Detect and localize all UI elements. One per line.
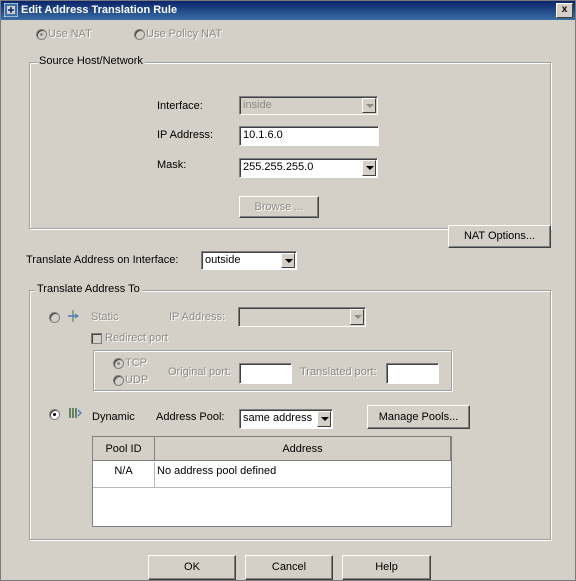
chevron-down-icon[interactable] (317, 411, 331, 427)
chevron-down-icon[interactable] (362, 98, 376, 113)
window-title: Edit Address Translation Rule (21, 4, 178, 16)
udp-radio[interactable] (113, 375, 124, 386)
interface-select[interactable]: inside (239, 96, 378, 115)
chevron-down-icon[interactable] (281, 253, 295, 268)
close-button[interactable]: x (556, 3, 573, 18)
ip-address-label: IP Address: (157, 129, 214, 141)
use-nat-label: Use NAT (48, 28, 92, 40)
translate-interface-value: outside (205, 254, 241, 266)
help-button[interactable]: Help (342, 555, 431, 580)
use-nat-radio[interactable] (36, 29, 47, 40)
use-policy-nat-radio[interactable] (134, 29, 145, 40)
app-icon (4, 3, 18, 17)
redirect-port-label: Redirect port (105, 332, 168, 344)
translate-interface-label: Translate Address on Interface: (26, 254, 179, 266)
mask-select[interactable]: 255.255.255.0 (239, 158, 378, 178)
chevron-down-icon[interactable] (350, 309, 364, 325)
use-policy-nat-label: Use Policy NAT (146, 28, 223, 40)
source-group-label: Source Host/Network (37, 55, 145, 67)
address-pool-value: same address (243, 412, 313, 424)
nat-options-button[interactable]: NAT Options... (448, 225, 551, 248)
column-header-pool-id[interactable]: Pool ID (93, 437, 155, 461)
ip-address-input[interactable]: 10.1.6.0 (239, 126, 379, 146)
static-ip-select[interactable] (238, 307, 366, 327)
close-icon: x (561, 4, 568, 15)
column-header-address[interactable]: Address (155, 437, 451, 461)
udp-label: UDP (125, 374, 149, 386)
pool-id-cell: N/A (93, 462, 155, 488)
dynamic-nat-icon (69, 408, 82, 418)
static-ip-label: IP Address: (169, 311, 226, 323)
title-bar[interactable]: Edit Address Translation Rule x (1, 1, 575, 20)
address-pool-table: Pool ID Address N/A No address pool defi… (92, 436, 452, 527)
static-nat-icon (68, 310, 79, 322)
translated-port-input[interactable] (386, 363, 439, 384)
original-port-label: Original port: (168, 366, 231, 378)
mask-label: Mask: (157, 159, 187, 171)
interface-label: Interface: (157, 100, 203, 112)
edit-address-translation-dialog: Edit Address Translation Rule x Use NAT … (0, 0, 576, 581)
address-cell: No address pool defined (155, 462, 451, 488)
dynamic-label: Dynamic (92, 411, 135, 423)
original-port-input[interactable] (239, 363, 292, 384)
cancel-button[interactable]: Cancel (245, 555, 333, 580)
mask-value: 255.255.255.0 (243, 161, 314, 173)
chevron-down-icon[interactable] (362, 160, 376, 176)
ip-address-value: 10.1.6.0 (243, 129, 283, 141)
address-pool-select[interactable]: same address (239, 409, 333, 429)
translated-port-label: Translated port: (300, 366, 377, 378)
address-pool-label: Address Pool: (156, 411, 225, 423)
ok-button[interactable]: OK (148, 555, 236, 580)
translate-to-group-label: Translate Address To (35, 283, 142, 295)
redirect-port-checkbox[interactable] (91, 333, 102, 344)
browse-button[interactable]: Browse ... (239, 196, 319, 218)
translate-interface-select[interactable]: outside (201, 251, 297, 270)
manage-pools-button[interactable]: Manage Pools... (367, 405, 470, 429)
interface-value: inside (243, 99, 272, 111)
tcp-label: TCP (125, 357, 147, 369)
static-radio[interactable] (49, 312, 60, 323)
tcp-radio[interactable] (113, 358, 124, 369)
static-label: Static (91, 311, 119, 323)
dynamic-radio[interactable] (49, 409, 60, 420)
